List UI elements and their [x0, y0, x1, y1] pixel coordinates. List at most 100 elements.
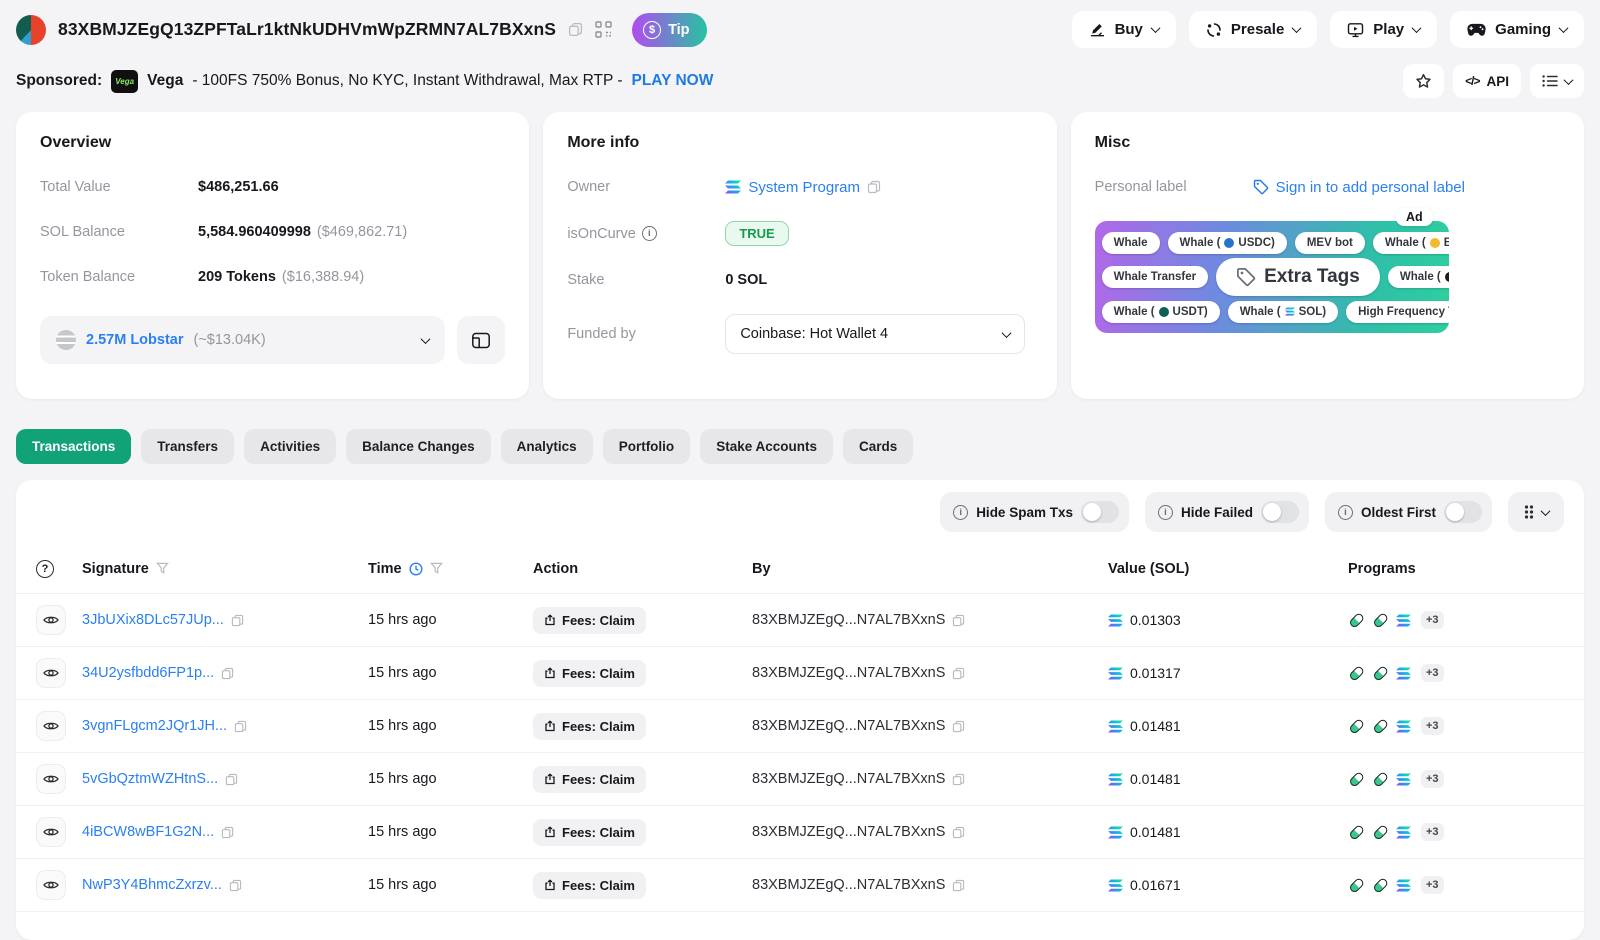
sponsor-play-now-link[interactable]: PLAY NOW — [632, 72, 714, 90]
preview-transaction-button[interactable] — [36, 605, 66, 635]
column-settings-button[interactable] — [1508, 492, 1564, 532]
question-icon[interactable] — [36, 560, 54, 578]
copy-icon[interactable] — [867, 180, 881, 194]
toggle-switch[interactable] — [1261, 501, 1299, 523]
extra-tags-cta: Extra Tags — [1216, 258, 1380, 296]
filter-icon[interactable] — [430, 562, 443, 575]
time-cell: 15 hrs ago — [368, 612, 533, 628]
action-label: Fees: Claim — [562, 878, 635, 893]
more-programs-badge[interactable]: +3 — [1421, 611, 1444, 629]
action-badge: Fees: Claim — [533, 660, 646, 687]
account-avatar — [16, 15, 46, 45]
pump-program-icon — [1348, 877, 1365, 894]
tip-button[interactable]: $ Tip — [632, 13, 706, 47]
token-dropdown[interactable]: 2.57M Lobstar (~$13.04K) — [40, 316, 445, 364]
wallet-portfolio-button[interactable] — [457, 316, 505, 364]
toggle-pill: Hide Failed — [1145, 492, 1309, 532]
tab-analytics[interactable]: Analytics — [501, 429, 593, 464]
more-programs-badge[interactable]: +3 — [1421, 717, 1444, 735]
sign-in-personal-label-link[interactable]: Sign in to add personal label — [1276, 179, 1465, 196]
table-header: Signature Time Action By Value (SOL) Pro… — [16, 544, 1584, 594]
pump-program-icon — [1348, 771, 1365, 788]
owner-link[interactable]: System Program — [748, 179, 860, 196]
preview-transaction-button[interactable] — [36, 817, 66, 847]
tab-transactions[interactable]: Transactions — [16, 429, 131, 464]
copy-icon[interactable] — [952, 720, 965, 733]
copy-icon[interactable] — [234, 720, 247, 733]
token-balance: 209 Tokens — [198, 269, 276, 285]
chevron-down-icon — [1564, 75, 1574, 85]
extra-tags-ad[interactable]: Ad Whale Whale (USDC) MEV bot Whale (BNS… — [1095, 221, 1449, 333]
copy-icon[interactable] — [229, 879, 242, 892]
transaction-row: 34U2ysfbdd6FP1p... 15 hrs ago Fees: Clai… — [16, 647, 1584, 700]
time-cell: 15 hrs ago — [368, 718, 533, 734]
copy-icon[interactable] — [221, 667, 234, 680]
api-button[interactable]: </> API — [1453, 64, 1521, 98]
more-programs-badge[interactable]: +3 — [1421, 876, 1444, 894]
programs-cell: +3 — [1348, 823, 1564, 841]
nav-gaming-label: Gaming — [1495, 21, 1551, 38]
nav-buy-button[interactable]: Buy — [1072, 11, 1176, 48]
topbar: 83XBMJZEgQ13ZPFTaLr1ktNkUDHVmWpZRMN7AL7B… — [0, 0, 1600, 56]
solana-icon — [1396, 773, 1411, 786]
tab-activities[interactable]: Activities — [244, 429, 336, 464]
copy-icon[interactable] — [952, 773, 965, 786]
clock-icon[interactable] — [409, 562, 423, 576]
nav-gaming-button[interactable]: Gaming — [1450, 11, 1584, 48]
wallet-icon — [471, 331, 491, 350]
nav-play-button[interactable]: Play — [1330, 11, 1437, 48]
pump-program-icon — [1348, 612, 1365, 629]
tab-portfolio[interactable]: Portfolio — [603, 429, 691, 464]
preview-transaction-button[interactable] — [36, 658, 66, 688]
signature-link[interactable]: 4iBCW8wBF1G2N... — [82, 824, 214, 840]
tag-icon — [1236, 267, 1256, 287]
tab-balance-changes[interactable]: Balance Changes — [346, 429, 491, 464]
transaction-row: 3vgnFLgcm2JQr1JH... 15 hrs ago Fees: Cla… — [16, 700, 1584, 753]
more-programs-badge[interactable]: +3 — [1421, 770, 1444, 788]
table-body: 3JbUXix8DLc57JUp... 15 hrs ago Fees: Cla… — [16, 594, 1584, 912]
tag-whale-bnsol: Whale (BNSOL) — [1373, 232, 1449, 254]
qr-code-button[interactable] — [593, 19, 614, 40]
tab-cards[interactable]: Cards — [843, 429, 913, 464]
copy-icon[interactable] — [225, 773, 238, 786]
solana-icon — [1396, 614, 1411, 627]
info-icon[interactable] — [1158, 505, 1173, 520]
signature-link[interactable]: 5vGbQztmWZHtnS... — [82, 771, 218, 787]
copy-icon[interactable] — [952, 826, 965, 839]
copy-icon[interactable] — [952, 879, 965, 892]
signature-link[interactable]: 3vgnFLgcm2JQr1JH... — [82, 718, 227, 734]
tag-mev-bot: MEV bot — [1295, 232, 1365, 254]
info-icon[interactable] — [1338, 505, 1353, 520]
programs-cell: +3 — [1348, 664, 1564, 682]
preview-transaction-button[interactable] — [36, 711, 66, 741]
eye-icon — [43, 667, 59, 679]
usdc-dot-icon — [1224, 238, 1234, 248]
toggle-switch[interactable] — [1081, 501, 1119, 523]
filter-icon[interactable] — [156, 562, 169, 575]
tag-whale-transfer: Whale Transfer — [1102, 266, 1208, 288]
copy-icon[interactable] — [952, 614, 965, 627]
info-icon[interactable] — [953, 505, 968, 520]
toggle-switch[interactable] — [1444, 501, 1482, 523]
signature-link[interactable]: NwP3Y4BhmcZxrzv... — [82, 877, 222, 893]
list-menu-button[interactable] — [1530, 64, 1584, 98]
copy-icon[interactable] — [221, 826, 234, 839]
preview-transaction-button[interactable] — [36, 870, 66, 900]
more-programs-badge[interactable]: +3 — [1421, 823, 1444, 841]
favorite-button[interactable] — [1403, 64, 1444, 98]
funded-by-dropdown[interactable]: Coinbase: Hot Wallet 4 — [725, 314, 1025, 354]
programs-cell: +3 — [1348, 876, 1564, 894]
nav-presale-button[interactable]: Presale — [1189, 11, 1317, 48]
sponsor-logo: Vega — [111, 70, 138, 93]
copy-address-button[interactable] — [566, 20, 585, 39]
copy-icon[interactable] — [952, 667, 965, 680]
pump-program-icon — [1372, 718, 1389, 735]
signature-link[interactable]: 3JbUXix8DLc57JUp... — [82, 612, 224, 628]
tab-transfers[interactable]: Transfers — [141, 429, 234, 464]
info-icon[interactable] — [642, 226, 657, 241]
copy-icon[interactable] — [231, 614, 244, 627]
more-programs-badge[interactable]: +3 — [1421, 664, 1444, 682]
tab-stake-accounts[interactable]: Stake Accounts — [700, 429, 833, 464]
preview-transaction-button[interactable] — [36, 764, 66, 794]
signature-link[interactable]: 34U2ysfbdd6FP1p... — [82, 665, 214, 681]
